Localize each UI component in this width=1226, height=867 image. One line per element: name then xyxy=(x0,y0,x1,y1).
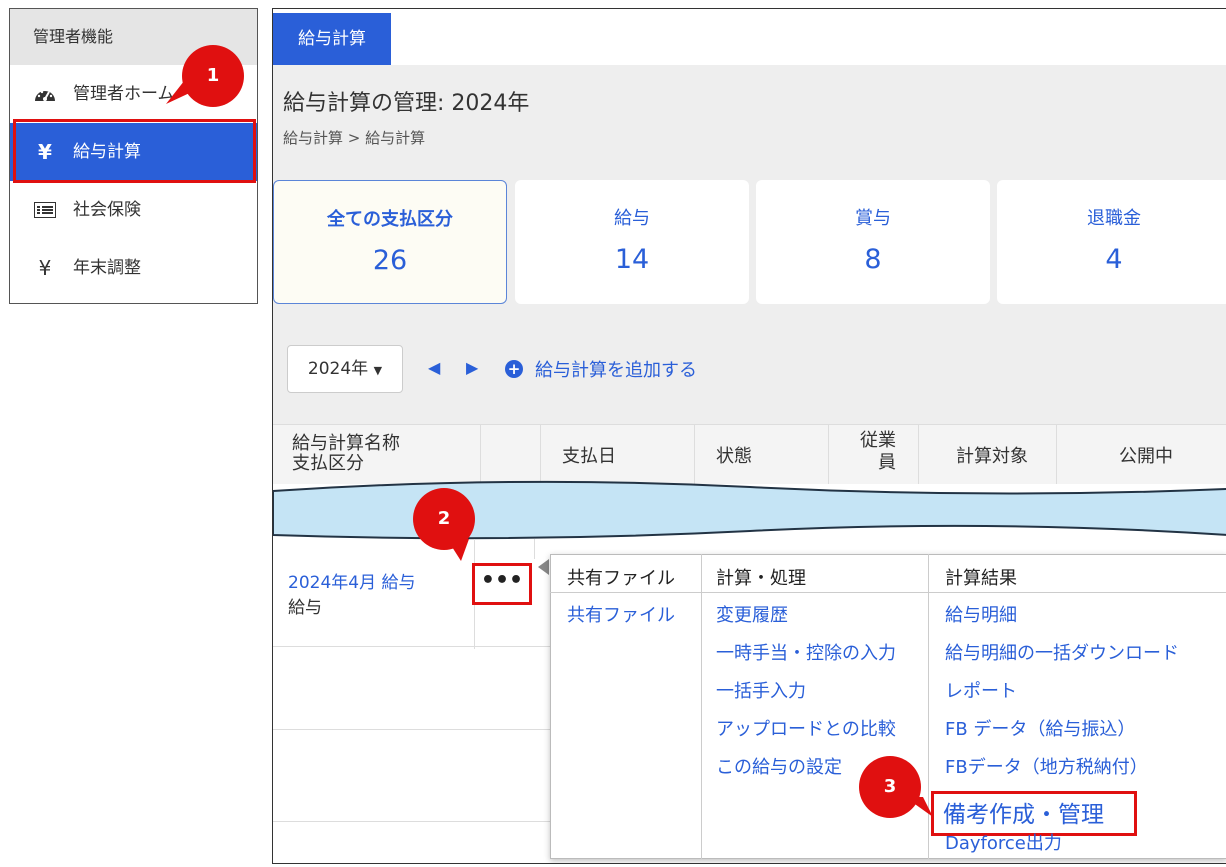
menu-header-calculation: 計算・処理 xyxy=(716,568,806,589)
menu-divider xyxy=(701,554,702,859)
tab-payroll[interactable]: 給与計算 xyxy=(273,13,391,65)
menu-item-shared-files[interactable]: 共有ファイル xyxy=(567,601,675,627)
highlight-box xyxy=(13,119,256,183)
page-title: 給与計算の管理: 2024年 xyxy=(283,91,530,116)
breadcrumb: 給与計算 > 給与計算 xyxy=(283,129,426,147)
menu-pointer xyxy=(538,559,549,575)
list-icon xyxy=(32,181,58,239)
payroll-name-link[interactable]: 2024年4月 給与 xyxy=(288,568,415,593)
dashboard-icon xyxy=(32,65,58,123)
card-count: 8 xyxy=(864,244,882,275)
card-bonus[interactable]: 賞与 8 xyxy=(756,180,990,304)
menu-item-change-history[interactable]: 変更履歴 xyxy=(716,601,788,627)
menu-item-temporary-allowance[interactable]: 一時手当・控除の入力 xyxy=(716,639,896,665)
step-badge-3: 3 xyxy=(859,756,921,818)
card-count: 26 xyxy=(372,245,408,276)
menu-item-dayforce-export[interactable]: Dayforce出力 xyxy=(945,829,1062,855)
card-label: 退職金 xyxy=(1087,208,1141,229)
card-retirement[interactable]: 退職金 4 xyxy=(997,180,1226,304)
caret-down-icon: ▼ xyxy=(373,364,383,377)
column-header-paydate: 支払日 xyxy=(540,424,694,484)
card-label: 全ての支払区分 xyxy=(327,209,453,230)
column-header-name: 給与計算名称 支払区分 xyxy=(292,434,400,474)
column-header-employees: 従業 員 xyxy=(828,424,918,484)
prev-year-icon[interactable]: ◀ xyxy=(428,358,440,377)
plus-circle-icon[interactable]: + xyxy=(505,360,523,378)
row-divider xyxy=(273,729,550,730)
menu-item-payslip[interactable]: 給与明細 xyxy=(945,601,1017,627)
card-label: 賞与 xyxy=(855,208,891,229)
row-divider xyxy=(273,646,553,647)
step-badge-1: 1 xyxy=(182,45,244,107)
column-header-text: 計算対象 xyxy=(956,446,1028,467)
yen-icon: ¥ xyxy=(38,256,52,280)
add-payroll-link[interactable]: 給与計算を追加する xyxy=(535,356,697,382)
column-divider xyxy=(534,539,535,559)
sidebar-item-social-insurance[interactable]: 社会保険 xyxy=(10,181,257,239)
card-salary[interactable]: 給与 14 xyxy=(515,180,749,304)
column-header-target: 計算対象 xyxy=(918,424,1056,484)
menu-divider xyxy=(550,592,1226,593)
sidebar-item-label: 社会保険 xyxy=(73,200,141,220)
column-header-empty xyxy=(480,424,540,484)
menu-header-results: 計算結果 xyxy=(945,568,1017,589)
more-options-button[interactable]: ••• xyxy=(472,563,532,605)
menu-item-upload-compare[interactable]: アップロードとの比較 xyxy=(716,715,896,741)
column-header-status: 状態 xyxy=(694,424,828,484)
column-header-text: 支払日 xyxy=(562,446,616,467)
card-label: 給与 xyxy=(614,208,650,229)
main-panel: 給与計算 給与計算の管理: 2024年 給与計算 > 給与計算 全ての支払区分 … xyxy=(272,8,1226,864)
menu-item-payslip-bulk-download[interactable]: 給与明細の一括ダウンロード xyxy=(945,639,1179,665)
column-header-text: 状態 xyxy=(716,446,752,467)
year-select-value: 2024年 xyxy=(307,359,369,379)
column-header-text: 給与計算名称 xyxy=(292,433,400,454)
column-header-text: 支払区分 xyxy=(292,453,364,474)
card-count: 4 xyxy=(1105,244,1123,275)
column-header-text: 員 xyxy=(878,452,896,473)
next-year-icon[interactable]: ▶ xyxy=(466,358,478,377)
menu-item-fb-salary-transfer[interactable]: FB データ（給与振込） xyxy=(945,715,1135,741)
menu-item-payroll-settings[interactable]: この給与の設定 xyxy=(716,753,842,779)
sidebar-item-year-end[interactable]: ¥ 年末調整 xyxy=(10,239,257,297)
card-all-categories[interactable]: 全ての支払区分 26 xyxy=(273,180,507,304)
step-badge-2: 2 xyxy=(413,488,475,550)
payroll-category: 給与 xyxy=(288,598,322,618)
column-header-text: 公開中 xyxy=(1119,446,1173,467)
column-header-published: 公開中 xyxy=(1056,424,1226,484)
column-header-text: 従業 xyxy=(860,430,896,451)
menu-item-bulk-input[interactable]: 一括手入力 xyxy=(716,677,806,703)
menu-item-fb-local-tax[interactable]: FBデータ（地方税納付） xyxy=(945,753,1148,779)
sidebar-item-label: 管理者ホーム xyxy=(73,84,175,104)
control-bar xyxy=(273,329,1226,424)
menu-item-report[interactable]: レポート xyxy=(945,677,1017,703)
row-divider xyxy=(273,821,550,822)
year-select[interactable]: 2024年 ▼ xyxy=(287,345,403,393)
card-count: 14 xyxy=(614,244,650,275)
sidebar-item-label: 年末調整 xyxy=(73,258,141,278)
menu-header-shared-files: 共有ファイル xyxy=(567,568,675,589)
